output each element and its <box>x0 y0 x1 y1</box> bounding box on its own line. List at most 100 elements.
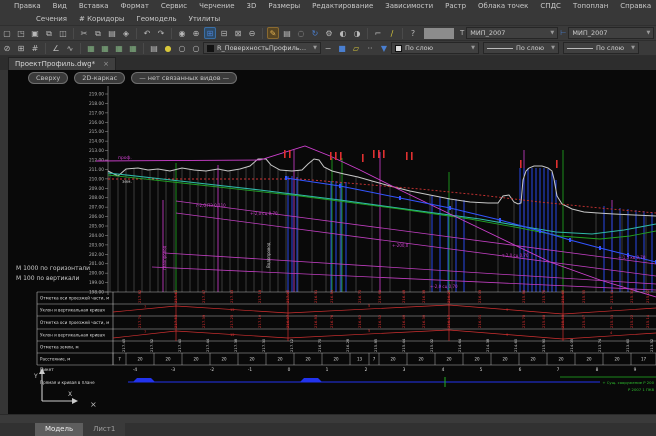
menu-item[interactable]: Правка <box>8 0 47 13</box>
red-elevation-callout <box>284 150 286 158</box>
save-icon[interactable]: ▣ <box>29 27 41 39</box>
design-elevation: 217.18 <box>257 289 262 303</box>
lineweight-combo[interactable]: По слою ▼ <box>563 42 639 54</box>
undo-icon[interactable]: ↶ <box>141 27 153 39</box>
no-plot-icon[interactable]: ⊘ <box>1 42 13 54</box>
design-elevation: 216.60 <box>377 289 382 303</box>
zoom-out-icon[interactable]: ⊖ <box>246 27 258 39</box>
quick-search-box[interactable] <box>424 28 454 39</box>
menu-item[interactable]: Растр <box>439 0 472 13</box>
menu-item[interactable]: Формат <box>115 0 155 13</box>
menu-item-secondary[interactable]: Геомодель <box>130 13 182 26</box>
menu-item[interactable]: Топоплан <box>567 0 614 13</box>
table-edit-icon[interactable]: ▦ <box>127 42 139 54</box>
plot-icon[interactable]: ◫ <box>57 27 69 39</box>
menu-item[interactable]: Справка <box>614 0 656 13</box>
render-icon[interactable]: ◐ <box>337 27 349 39</box>
bulb-icon[interactable]: ● <box>162 42 174 54</box>
zoom-realtime-icon[interactable]: ⊕ <box>190 27 202 39</box>
ucs-icon[interactable]: ⌐ <box>372 27 384 39</box>
menu-item-secondary[interactable]: # Коридоры <box>73 13 130 26</box>
line-icon[interactable]: ∕ <box>386 27 398 39</box>
elevation-label: 201.00 <box>89 261 104 267</box>
filter-icon[interactable]: ▼ <box>378 42 390 54</box>
piket-value: -2 <box>210 367 215 373</box>
layers-dialog-icon[interactable]: ▤ <box>281 27 293 39</box>
menu-item[interactable]: Черчение <box>193 0 240 13</box>
ground-elevation: 216.28 <box>345 338 350 352</box>
view-direction-button[interactable]: Сверху <box>28 72 68 84</box>
design-elevation-2: 215.22 <box>629 314 634 328</box>
tab-model[interactable]: Модель <box>35 423 83 436</box>
copy-icon[interactable]: ⧉ <box>92 27 104 39</box>
save-as-icon[interactable]: ⧉ <box>43 27 55 39</box>
drawing-canvas[interactable]: Сверху 2D-каркас — нет связанных видов —… <box>0 70 656 414</box>
help-icon[interactable]: ? <box>407 27 419 39</box>
menu-item[interactable]: Вид <box>47 0 73 13</box>
document-tab[interactable]: ПроектПрофиль.dwg* × <box>8 57 116 70</box>
properties-icon[interactable]: ✎ <box>267 27 279 39</box>
zoom-dynamic-icon[interactable]: ⊠ <box>232 27 244 39</box>
menu-item-secondary[interactable]: Сечения <box>30 13 73 26</box>
linked-views-button[interactable]: — нет связанных видов — <box>131 72 237 84</box>
menu-item[interactable]: Вставка <box>73 0 115 13</box>
color-swatch-icon[interactable]: ■ <box>336 42 348 54</box>
cut-icon[interactable]: ✂ <box>78 27 90 39</box>
pan-icon[interactable]: ◉ <box>176 27 188 39</box>
dim-style-combo[interactable]: МИП_2007 ▼ <box>568 27 654 39</box>
redo-icon[interactable]: ↷ <box>155 27 167 39</box>
menu-item[interactable]: Размеры <box>262 0 306 13</box>
design-elevation: 217.47 <box>201 289 206 303</box>
paste-icon[interactable]: ▤ <box>106 27 118 39</box>
tab-layout1[interactable]: Лист1 <box>83 423 125 436</box>
table-export-icon[interactable]: ▦ <box>99 42 111 54</box>
dots-icon[interactable]: ·· <box>364 42 376 54</box>
linetype-combo[interactable]: По слою ▼ <box>483 42 559 54</box>
zoom-window-icon[interactable]: ⊞ <box>204 27 216 39</box>
menu-item[interactable]: Редактирование <box>306 0 379 13</box>
scale-note: М 1000 по горизонтали <box>16 265 90 272</box>
menu-item[interactable]: 3D <box>241 0 263 13</box>
open-icon[interactable]: ◳ <box>15 27 27 39</box>
color-combo[interactable]: По слою ▼ <box>391 42 479 54</box>
materials-icon[interactable]: ◑ <box>351 27 363 39</box>
elevation-label: 199.00 <box>89 280 104 286</box>
menu-item[interactable]: Зависимости <box>379 0 439 13</box>
table-icon[interactable]: ▦ <box>85 42 97 54</box>
menu-item[interactable]: Сервис <box>155 0 193 13</box>
menu-item[interactable]: СПДС <box>534 0 567 13</box>
elevation-label: 217.00 <box>89 110 104 116</box>
chevron-down-icon: ▼ <box>309 45 317 51</box>
settings-icon[interactable]: ⚙ <box>323 27 335 39</box>
angle-icon[interactable]: ∠ <box>50 42 62 54</box>
regen-icon[interactable]: ↻ <box>309 27 321 39</box>
chevron-down-icon: ▼ <box>643 30 651 36</box>
visual-style-button[interactable]: 2D-каркас <box>74 72 125 84</box>
drawing-label: зем. <box>122 180 132 185</box>
table-import-icon[interactable]: ▦ <box>113 42 125 54</box>
slope-number: 12 <box>230 333 235 337</box>
grid-icon[interactable]: ⊞ <box>15 42 27 54</box>
find-icon[interactable]: ◌ <box>295 27 307 39</box>
red-elevation-callout <box>411 152 413 160</box>
snap-icon[interactable]: # <box>29 42 41 54</box>
zoom-previous-icon[interactable]: ⊟ <box>218 27 230 39</box>
lock-icon[interactable]: ○ <box>190 42 202 54</box>
red-elevation-callout <box>362 154 364 162</box>
layer-combo[interactable]: R_ПоверхностьПрофильВариант... ▼ <box>203 42 321 54</box>
folder-icon[interactable]: ▱ <box>350 42 362 54</box>
spline-icon[interactable]: ∿ <box>64 42 76 54</box>
menu-item-secondary[interactable]: Утилиты <box>183 13 227 26</box>
text-style-combo[interactable]: МИП_2007 ▼ <box>466 27 558 39</box>
piket-value: -3 <box>171 367 176 373</box>
menu-item[interactable]: Облака точек <box>472 0 534 13</box>
close-icon[interactable]: × <box>103 60 109 68</box>
ground-elevation: 213.74 <box>597 338 602 352</box>
new-icon[interactable]: ▢ <box>1 27 13 39</box>
layer-manager-icon[interactable]: ▤ <box>148 42 160 54</box>
freeze-icon[interactable]: ○ <box>176 42 188 54</box>
profile-drawing[interactable]: 219.00218.00217.00216.00215.00214.00213.… <box>0 70 656 414</box>
layer-off-icon[interactable]: − <box>322 42 334 54</box>
match-properties-icon[interactable]: ◈ <box>120 27 132 39</box>
blue-marker <box>449 206 451 210</box>
